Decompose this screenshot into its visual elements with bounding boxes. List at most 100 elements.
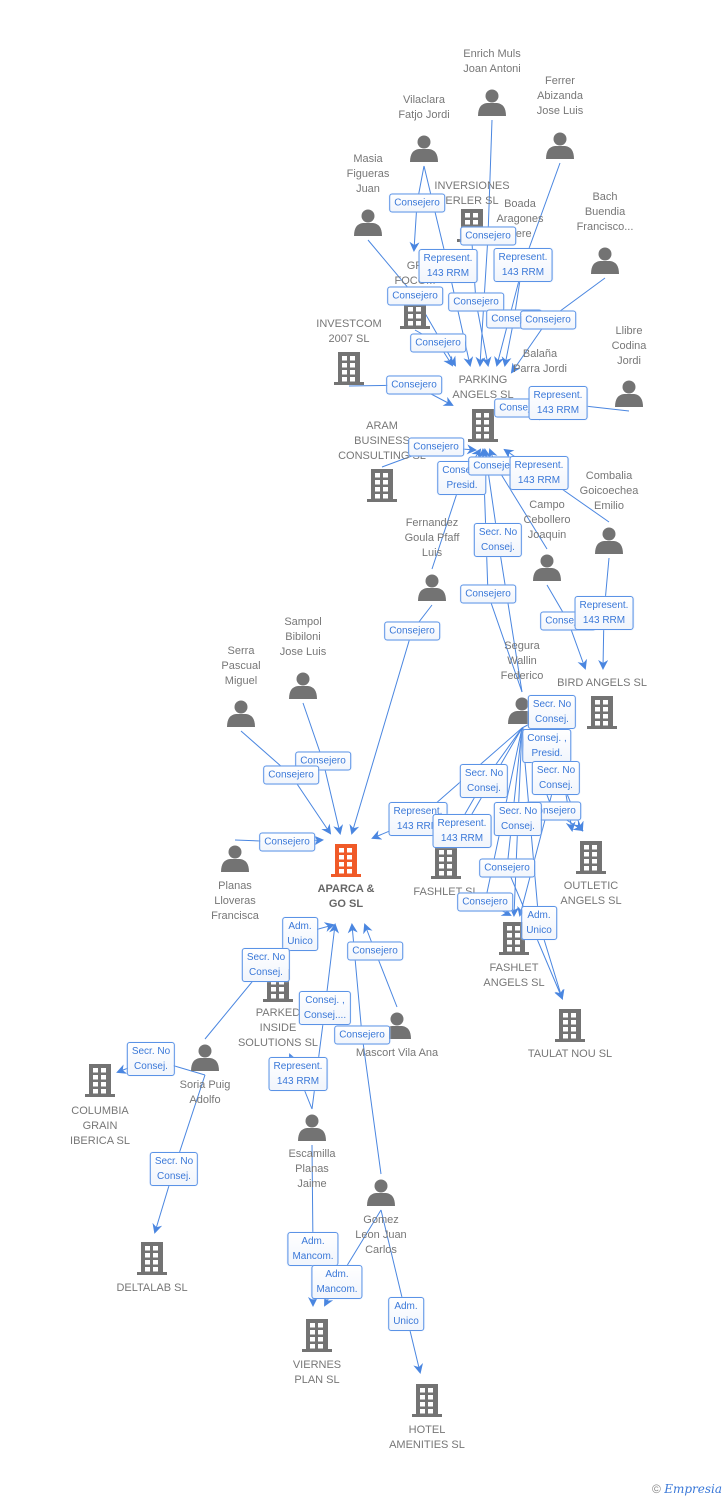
role-label[interactable]: Consejero (410, 333, 466, 353)
node-name-label: Bach (592, 191, 617, 203)
role-label[interactable]: Secr. No Consej. (241, 948, 291, 982)
role-label[interactable]: Represent. 143 RRM (528, 386, 588, 420)
node-name-label: DELTALAB SL (116, 1282, 187, 1294)
role-label[interactable]: Consejero (263, 765, 319, 785)
company-node[interactable]: OUTLETIC ANGELS SL (560, 841, 622, 907)
person-node[interactable]: Sampol Bibiloni Jose Luis (280, 616, 327, 699)
company-node[interactable]: HOTEL AMENITIES SL (389, 1384, 465, 1451)
person-node[interactable]: Escamilla Planas Jaime (288, 1114, 336, 1191)
company-node[interactable]: INVESTCOM 2007 SL (316, 318, 382, 385)
building-icon (576, 841, 606, 874)
node-name-label: Francisca (211, 910, 260, 922)
company-node[interactable]: DELTALAB SL (116, 1242, 188, 1294)
node-name-label: OUTLETIC (564, 880, 618, 892)
person-node[interactable]: Planas Lloveras Francisca (211, 845, 260, 923)
role-label-line: Consejero (465, 230, 511, 242)
node-name-label: VIERNES (293, 1359, 341, 1371)
role-label-line: Unico (393, 1316, 419, 1327)
role-label[interactable]: Consej. , Presid. (522, 729, 572, 763)
role-label-line: Consej. (481, 542, 515, 553)
network-diagram: Enrich Muls Joan Antoni Ferrer Abizanda Jose… (0, 0, 728, 1500)
role-label[interactable]: Represent. 143 RRM (432, 814, 492, 848)
person-node[interactable]: Campo Cebollero Joaquin (523, 499, 571, 581)
role-label[interactable]: Consejero (457, 892, 513, 912)
role-label[interactable]: Adm. Unico (521, 906, 557, 940)
node-name-label: Bibiloni (285, 631, 320, 643)
role-label[interactable]: Secr. No Consej. (473, 523, 523, 557)
role-label[interactable]: Represent. 143 RRM (493, 248, 553, 282)
role-label[interactable]: Secr. No Consej. (126, 1042, 176, 1076)
role-label[interactable]: Consejero (386, 375, 442, 395)
role-label[interactable]: Consejero (384, 621, 440, 641)
person-node[interactable]: Masia Figueras Juan (347, 153, 390, 236)
company-node[interactable]: TAULAT NOU SL (528, 1009, 612, 1060)
company-node[interactable]: VIERNES PLAN SL (293, 1319, 341, 1386)
role-label-line: Secr. No (131, 1046, 171, 1057)
role-label[interactable]: Secr. No Consej. (527, 695, 577, 729)
person-icon (591, 247, 619, 274)
role-label-line: 143 RRM (582, 615, 626, 626)
main-company-node[interactable]: APARCA & GO SL (318, 844, 375, 910)
role-label[interactable]: Secr. No Consej. (149, 1152, 199, 1186)
company-node[interactable]: ARAMBUSINESSCONSULTING SL (338, 420, 426, 502)
role-label[interactable]: Consejero (520, 310, 576, 330)
role-label[interactable]: Adm. Mancom. (287, 1232, 339, 1266)
role-label[interactable]: Consejero (408, 437, 464, 457)
role-label[interactable]: Consej. , Consej.... (298, 991, 352, 1025)
person-node[interactable]: Vilaclara Fatjo Jordi (398, 94, 450, 162)
role-label[interactable]: Consejero (479, 858, 535, 878)
role-label-line: Secr. No (532, 699, 572, 710)
node-name-label: SOLUTIONS SL (238, 1037, 318, 1049)
node-name-label: COLUMBIA (71, 1105, 129, 1117)
person-node[interactable]: Serra Pascual Miguel (221, 645, 261, 727)
person-node[interactable]: Ferrer Abizanda Jose Luis (537, 75, 584, 159)
role-label-line: Consej. (249, 967, 283, 978)
role-label[interactable]: Represent. 143 RRM (418, 249, 478, 283)
node-name-label: Sampol (284, 616, 321, 628)
role-label[interactable]: Consejero (389, 193, 445, 213)
role-label[interactable]: Consejero (259, 832, 315, 852)
role-label-line: Consejero (413, 441, 459, 453)
node-name-label: AMENITIES SL (389, 1439, 465, 1451)
role-label-line: Consej. (134, 1061, 168, 1072)
role-label[interactable]: Secr. No Consej. (493, 802, 543, 836)
role-label[interactable]: Consejero (460, 584, 516, 604)
role-label[interactable]: Secr. No Consej. (459, 764, 509, 798)
role-label[interactable]: Adm. Unico (282, 917, 318, 951)
person-node[interactable]: Llibre Codina Jordi (612, 325, 648, 407)
role-label-line: Consej. , (305, 995, 345, 1006)
role-label-line: 143 RRM (276, 1076, 320, 1087)
node-name-label: Aragones (496, 213, 544, 225)
role-label[interactable]: Adm. Unico (388, 1297, 424, 1331)
person-node[interactable]: Enrich Muls Joan Antoni (463, 48, 521, 116)
role-label-line: Consej. (535, 714, 569, 725)
person-icon (289, 672, 317, 699)
role-label[interactable]: Consejero (347, 941, 403, 961)
role-label-line: Consej. (539, 780, 573, 791)
role-label-line: Consejero (462, 896, 508, 908)
role-label-line: Consejero (465, 588, 511, 600)
role-label[interactable]: Secr. No Consej. (531, 761, 581, 795)
node-name-label: INVESTCOM (316, 318, 381, 330)
role-label[interactable]: Consejero (460, 226, 516, 246)
person-node[interactable]: Bach Buendia Francisco... (577, 191, 634, 274)
role-label-line: Consejero (268, 769, 314, 781)
role-label[interactable]: Represent. 143 RRM (574, 596, 634, 630)
role-label[interactable]: Adm. Mancom. (311, 1265, 363, 1299)
role-label[interactable]: Consejero (334, 1025, 390, 1045)
role-label-line: Represent. (273, 1061, 323, 1072)
role-label-line: Consejero (264, 836, 310, 848)
person-node[interactable]: Gomez Leon Juan Carlos (355, 1179, 407, 1257)
node-name-label: ANGELS SL (483, 977, 544, 989)
role-label[interactable]: Consejero (387, 286, 443, 306)
role-label[interactable]: Represent. 143 RRM (268, 1057, 328, 1091)
person-node[interactable]: Combalia Goicoechea Emilio (580, 470, 640, 554)
node-name-label: Leon Juan (355, 1229, 406, 1241)
role-label[interactable]: Represent. 143 RRM (509, 456, 569, 490)
role-label-line: 143 RRM (517, 475, 561, 486)
role-label-line: Consejero (392, 290, 438, 302)
company-node[interactable]: COLUMBIA GRAIN IBERICA SL (70, 1064, 130, 1147)
building-icon (302, 1319, 332, 1352)
company-node[interactable]: FASHLET SL (413, 846, 479, 898)
person-node[interactable]: Fernandez Goula Pfaff Luis (405, 517, 461, 601)
